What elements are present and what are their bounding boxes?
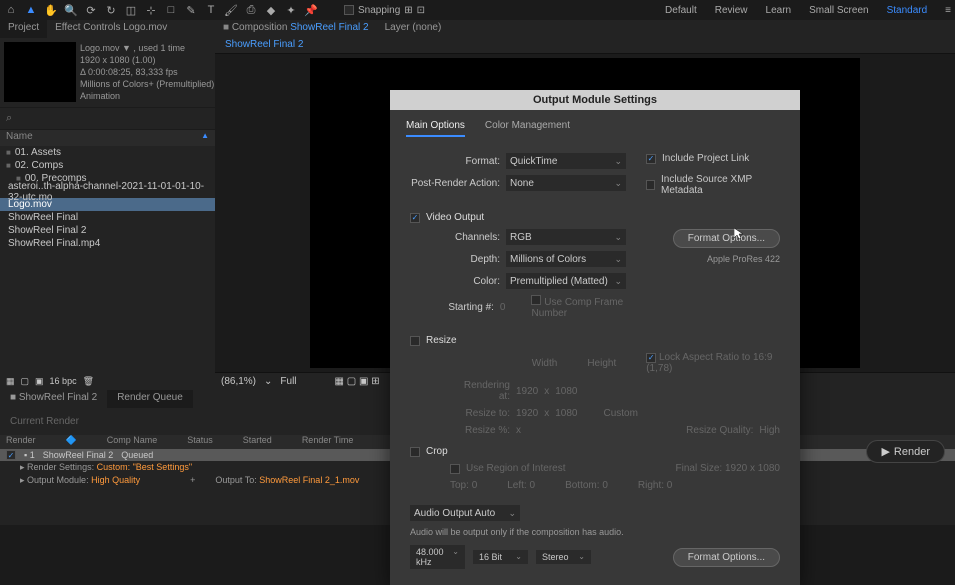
- ws-default[interactable]: Default: [665, 5, 697, 16]
- new-folder-icon[interactable]: ▢: [21, 376, 30, 387]
- project-tab[interactable]: Project: [0, 20, 47, 38]
- render-button[interactable]: ▶ Render: [866, 440, 945, 463]
- text-tool-icon[interactable]: T: [204, 3, 218, 17]
- workspace-tabs: Default Review Learn Small Screen Standa…: [665, 5, 951, 16]
- project-panel: Project Effect Controls Logo.mov Logo.mo…: [0, 20, 215, 390]
- project-list: 01. Assets 02. Comps 00. Precomps astero…: [0, 146, 215, 372]
- layer-tab[interactable]: Layer (none): [377, 20, 450, 38]
- include-xmp-checkbox[interactable]: [646, 180, 655, 190]
- ws-small-screen[interactable]: Small Screen: [809, 5, 868, 16]
- ws-standard[interactable]: Standard: [887, 5, 928, 16]
- snapping-checkbox[interactable]: [344, 5, 354, 15]
- color-dropdown[interactable]: Premultiplied (Matted): [506, 273, 626, 289]
- anchor-tool-icon[interactable]: ⊹: [144, 3, 158, 17]
- list-item[interactable]: 02. Comps: [0, 159, 215, 172]
- sort-arrow-icon[interactable]: ▲: [201, 131, 209, 145]
- zoom-tool-icon[interactable]: 🔍: [64, 3, 78, 17]
- color-management-tab[interactable]: Color Management: [485, 120, 570, 137]
- footage-thumbnail: [4, 42, 76, 102]
- list-item[interactable]: asteroi..th-alpha-channel-2021-11-01-01-…: [0, 185, 215, 198]
- new-bin-icon[interactable]: ▦: [6, 376, 15, 387]
- rotate-tool-icon[interactable]: ↻: [104, 3, 118, 17]
- snap-icon-2[interactable]: ⊡: [417, 5, 425, 16]
- zoom-dropdown[interactable]: (86,1%): [221, 376, 256, 387]
- project-search[interactable]: ⌕: [0, 108, 215, 130]
- orbit-tool-icon[interactable]: ⟳: [84, 3, 98, 17]
- roto-tool-icon[interactable]: ✦: [284, 3, 298, 17]
- snap-icon-1[interactable]: ⊞: [404, 5, 412, 16]
- audio-bit-dropdown[interactable]: 16 Bit: [473, 550, 528, 564]
- snapping-label: Snapping: [358, 5, 400, 16]
- format-label: Format:: [410, 156, 500, 167]
- main-options-tab[interactable]: Main Options: [406, 120, 465, 137]
- eraser-tool-icon[interactable]: ◆: [264, 3, 278, 17]
- resize-label: Resize: [426, 335, 457, 346]
- list-item[interactable]: ShowReel Final: [0, 211, 215, 224]
- list-item[interactable]: ShowReel Final.mp4: [0, 237, 215, 250]
- brush-tool-icon[interactable]: 🖌: [224, 3, 238, 17]
- audio-format-options-button[interactable]: Format Options...: [673, 548, 780, 567]
- video-output-checkbox[interactable]: [410, 213, 420, 223]
- video-output-label: Video Output: [426, 212, 484, 223]
- include-xmp-label: Include Source XMP Metadata: [661, 174, 780, 196]
- format-dropdown[interactable]: QuickTime: [506, 153, 626, 169]
- ws-overflow-icon[interactable]: ≡: [945, 5, 951, 16]
- name-column-header[interactable]: Name: [6, 131, 33, 145]
- ws-learn[interactable]: Learn: [766, 5, 792, 16]
- post-render-label: Post-Render Action:: [410, 178, 500, 189]
- include-link-checkbox[interactable]: [646, 154, 656, 164]
- depth-dropdown[interactable]: Millions of Colors: [506, 251, 626, 267]
- hand-tool-icon[interactable]: ✋: [44, 3, 58, 17]
- channels-dropdown[interactable]: RGB: [506, 229, 626, 245]
- pen-tool-icon[interactable]: ✎: [184, 3, 198, 17]
- format-options-button[interactable]: Format Options...: [673, 229, 780, 248]
- new-comp-icon[interactable]: ▣: [35, 376, 44, 387]
- dialog-title: Output Module Settings: [390, 90, 800, 110]
- selection-tool-icon[interactable]: ▲: [24, 3, 38, 17]
- camera-tool-icon[interactable]: ◫: [124, 3, 138, 17]
- audio-channels-dropdown[interactable]: Stereo: [536, 550, 591, 564]
- effect-controls-tab[interactable]: Effect Controls Logo.mov: [47, 20, 175, 38]
- ws-review[interactable]: Review: [715, 5, 748, 16]
- bpc-toggle[interactable]: 16 bpc: [50, 376, 77, 386]
- stamp-tool-icon[interactable]: ⎙: [244, 3, 258, 17]
- include-link-label: Include Project Link: [662, 153, 749, 164]
- output-module-settings-dialog: Output Module Settings Main Options Colo…: [390, 90, 800, 585]
- crop-checkbox[interactable]: [410, 447, 420, 457]
- starting-value: 0: [500, 302, 506, 313]
- timeline-tab[interactable]: ■ ShowReel Final 2: [0, 390, 107, 408]
- resize-checkbox[interactable]: [410, 336, 420, 346]
- render-checkbox[interactable]: [6, 450, 16, 460]
- list-item[interactable]: ShowReel Final 2: [0, 224, 215, 237]
- footage-meta: Logo.mov ▼ , used 1 time 1920 x 1080 (1.…: [80, 38, 214, 107]
- search-icon: ⌕: [6, 112, 12, 125]
- crop-label: Crop: [426, 446, 448, 457]
- list-item[interactable]: 01. Assets: [0, 146, 215, 159]
- resolution-dropdown[interactable]: Full: [280, 376, 296, 387]
- snapping-toggle[interactable]: Snapping ⊞ ⊡: [344, 5, 425, 16]
- comp-subtab[interactable]: ShowReel Final 2: [215, 38, 313, 51]
- audio-output-dropdown[interactable]: Audio Output Auto: [410, 505, 520, 521]
- composition-tab[interactable]: ■ Composition ShowReel Final 2: [215, 20, 377, 38]
- puppet-tool-icon[interactable]: 📌: [304, 3, 318, 17]
- audio-hint: Audio will be output only if the composi…: [410, 527, 780, 537]
- post-render-dropdown[interactable]: None: [506, 175, 626, 191]
- audio-rate-dropdown[interactable]: 48.000 kHz: [410, 545, 465, 569]
- home-icon[interactable]: ⌂: [4, 3, 18, 17]
- codec-hint: Apple ProRes 422: [673, 254, 780, 264]
- top-toolbar: ⌂ ▲ ✋ 🔍 ⟳ ↻ ◫ ⊹ □ ✎ T 🖌 ⎙ ◆ ✦ 📌 Snapping…: [0, 0, 955, 20]
- render-queue-tab[interactable]: Render Queue: [107, 390, 193, 408]
- trash-icon[interactable]: 🗑: [83, 376, 94, 387]
- shape-tool-icon[interactable]: □: [164, 3, 178, 17]
